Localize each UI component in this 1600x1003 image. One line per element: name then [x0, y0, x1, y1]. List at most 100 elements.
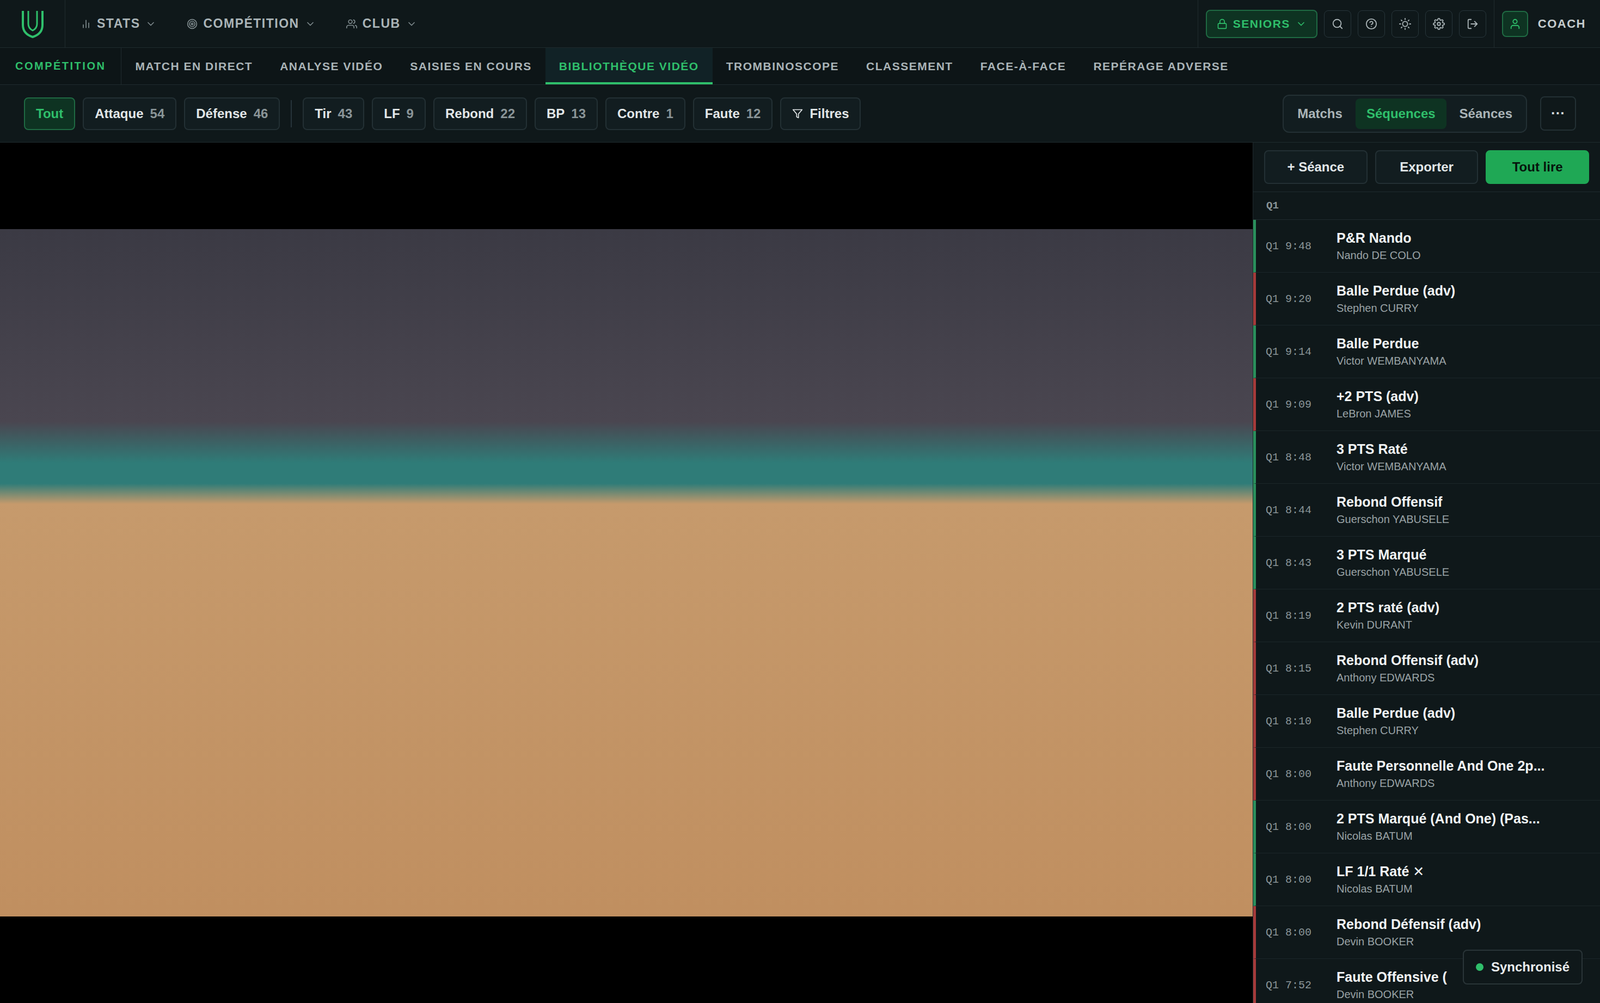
- sequence-player: Guerschon YABUSELE: [1336, 566, 1600, 579]
- action-button[interactable]: + Séance: [1264, 150, 1368, 185]
- sequence-time: Q1 8:00: [1255, 873, 1337, 887]
- user-icon: [1509, 17, 1522, 30]
- nav-item[interactable]: COMPÉTITION: [171, 16, 331, 32]
- video-player[interactable]: [0, 142, 1253, 1003]
- sub-nav-tab[interactable]: MATCH EN DIRECT: [121, 47, 267, 85]
- sequence-title: 2 PTS Marqué (And One) (Pas...: [1336, 811, 1600, 827]
- sequence-title: LF 1/1 Raté ✕: [1336, 863, 1600, 880]
- filter-chip[interactable]: Rebond22: [433, 97, 527, 131]
- sequence-row[interactable]: Q1 8:15Rebond Offensif (adv)Anthony EDWA…: [1253, 642, 1600, 696]
- sub-nav-tab[interactable]: CLASSEMENT: [852, 47, 967, 85]
- view-switch: MatchsSéquencesSéances: [1282, 94, 1528, 133]
- view-option[interactable]: Matchs: [1286, 98, 1354, 130]
- sequence-time: Q1 9:48: [1255, 240, 1337, 253]
- nav-item[interactable]: STATS: [65, 16, 172, 32]
- logo-icon: [20, 8, 45, 40]
- sub-nav: COMPÉTITIONMATCH EN DIRECTANALYSE VIDÉOS…: [0, 47, 1600, 85]
- sequence-player: Kevin DURANT: [1336, 618, 1600, 632]
- sequence-time: Q1 7:52: [1255, 979, 1337, 992]
- filter-chip[interactable]: BP13: [534, 97, 598, 131]
- team-selector[interactable]: SENIORS: [1205, 9, 1318, 39]
- sequence-row[interactable]: Q1 8:44Rebond OffensifGuerschon YABUSELE: [1253, 483, 1600, 537]
- sequence-row[interactable]: Q1 8:433 PTS MarquéGuerschon YABUSELE: [1253, 536, 1600, 590]
- sequence-title: Balle Perdue: [1336, 335, 1600, 352]
- settings-button[interactable]: [1425, 10, 1453, 38]
- filter-icon: [792, 108, 803, 120]
- sequence-title: P&R Nando: [1336, 230, 1600, 247]
- sequence-player: Nicolas BATUM: [1336, 830, 1600, 843]
- sequence-row[interactable]: Q1 9:09+2 PTS (adv)LeBron JAMES: [1253, 378, 1600, 432]
- sequence-player: Devin BOOKER: [1336, 935, 1600, 949]
- user-avatar: [1502, 10, 1529, 38]
- view-option[interactable]: Séquences: [1355, 98, 1447, 130]
- app: STATSCOMPÉTITIONCLUBSENIORSCOACHCOMPÉTIT…: [0, 0, 1600, 1003]
- sequence-list: Q1 9:48P&R NandoNando DE COLOQ1 9:20Ball…: [1253, 219, 1600, 1003]
- sequence-title: Rebond Défensif (adv): [1336, 916, 1600, 933]
- sequence-time: Q1 9:14: [1255, 345, 1337, 359]
- sequence-row[interactable]: Q1 8:10Balle Perdue (adv)Stephen CURRY: [1253, 695, 1600, 749]
- sequence-row[interactable]: Q1 9:20Balle Perdue (adv)Stephen CURRY: [1253, 272, 1600, 326]
- logout-button[interactable]: [1458, 10, 1487, 38]
- user-menu[interactable]: COACH: [1493, 0, 1600, 48]
- lock-icon: [1216, 18, 1228, 30]
- sequence-time: Q1 8:48: [1255, 451, 1337, 464]
- sequence-time: Q1 8:00: [1255, 768, 1337, 781]
- sequence-row[interactable]: Q1 8:00LF 1/1 Raté ✕ Nicolas BATUM: [1253, 853, 1600, 907]
- sequence-row[interactable]: Q1 8:00Faute Personnelle And One 2p...An…: [1253, 748, 1600, 801]
- chevron-down-icon: [1295, 18, 1307, 30]
- search-button[interactable]: [1323, 10, 1352, 38]
- theme-button[interactable]: [1391, 10, 1419, 38]
- sequence-title: 2 PTS raté (adv): [1336, 599, 1600, 616]
- logout-icon: [1466, 17, 1479, 30]
- sequence-title: Rebond Offensif: [1336, 494, 1600, 511]
- status-dot: [1475, 963, 1484, 972]
- sequence-row[interactable]: Q1 8:002 PTS Marqué (And One) (Pas...Nic…: [1253, 800, 1600, 854]
- sub-nav-tab[interactable]: SAISIES EN COURS: [396, 47, 546, 85]
- video-frame: [0, 229, 1253, 917]
- filter-chip[interactable]: Contre1: [605, 97, 686, 131]
- nav-icon: [80, 18, 92, 30]
- sequence-player: Stephen CURRY: [1336, 302, 1600, 315]
- gear-icon: [1432, 17, 1445, 30]
- sequence-title: 3 PTS Raté: [1336, 441, 1600, 458]
- sequence-title: +2 PTS (adv): [1336, 388, 1600, 405]
- action-button[interactable]: Tout lire: [1485, 150, 1590, 185]
- sequence-row[interactable]: Q1 9:48P&R NandoNando DE COLO: [1253, 219, 1600, 273]
- sequence-player: Devin BOOKER: [1336, 988, 1600, 1002]
- nav-item[interactable]: CLUB: [330, 16, 433, 32]
- sequence-row[interactable]: Q1 9:14Balle PerdueVictor WEMBANYAMA: [1253, 325, 1600, 379]
- filter-chip[interactable]: Attaque54: [82, 97, 177, 131]
- sub-nav-tab[interactable]: TROMBINOSCOPE: [712, 47, 853, 85]
- filter-chip[interactable]: Défense46: [184, 97, 280, 131]
- logo[interactable]: [0, 0, 66, 48]
- sub-nav-tab[interactable]: ANALYSE VIDÉO: [266, 47, 397, 85]
- filter-chip[interactable]: Tir43: [302, 97, 365, 131]
- sequence-row[interactable]: Q1 8:483 PTS RatéVictor WEMBANYAMA: [1253, 431, 1600, 484]
- more-button[interactable]: ···: [1540, 96, 1577, 131]
- filter-chip[interactable]: Faute12: [693, 97, 774, 131]
- filter-chip[interactable]: Tout: [23, 97, 76, 131]
- sequence-player: Stephen CURRY: [1336, 724, 1600, 738]
- sequence-time: Q1 8:00: [1255, 926, 1337, 940]
- section-label: COMPÉTITION: [0, 47, 122, 85]
- sequence-panel: + SéanceExporterTout lireQ1Q1 9:48P&R Na…: [1252, 142, 1600, 1003]
- sequence-player: Anthony EDWARDS: [1336, 671, 1600, 685]
- top-bar: STATSCOMPÉTITIONCLUB SENIORS COACH: [0, 0, 1600, 48]
- help-icon: [1365, 17, 1378, 30]
- sequence-title: Faute Personnelle And One 2p...: [1336, 758, 1600, 775]
- sequence-title: Balle Perdue (adv): [1336, 283, 1600, 299]
- sequence-row[interactable]: Q1 8:192 PTS raté (adv)Kevin DURANT: [1253, 589, 1600, 643]
- chevron-down-icon: [304, 18, 316, 30]
- sequence-player: Nicolas BATUM: [1336, 883, 1600, 896]
- view-option[interactable]: Séances: [1448, 98, 1524, 130]
- nav-icon: [346, 18, 358, 30]
- sub-nav-tab[interactable]: BIBLIOTHÈQUE VIDÉO: [545, 47, 713, 85]
- sequence-title: Rebond Offensif (adv): [1336, 652, 1600, 669]
- sub-nav-tab[interactable]: REPÉRAGE ADVERSE: [1079, 47, 1242, 85]
- filters-button[interactable]: Filtres: [780, 97, 861, 131]
- filter-chip[interactable]: LF9: [371, 97, 426, 131]
- action-button[interactable]: Exporter: [1375, 150, 1479, 185]
- panel-actions: + SéanceExporterTout lire: [1253, 142, 1600, 193]
- sub-nav-tab[interactable]: FACE-À-FACE: [966, 47, 1081, 85]
- help-button[interactable]: [1357, 10, 1385, 38]
